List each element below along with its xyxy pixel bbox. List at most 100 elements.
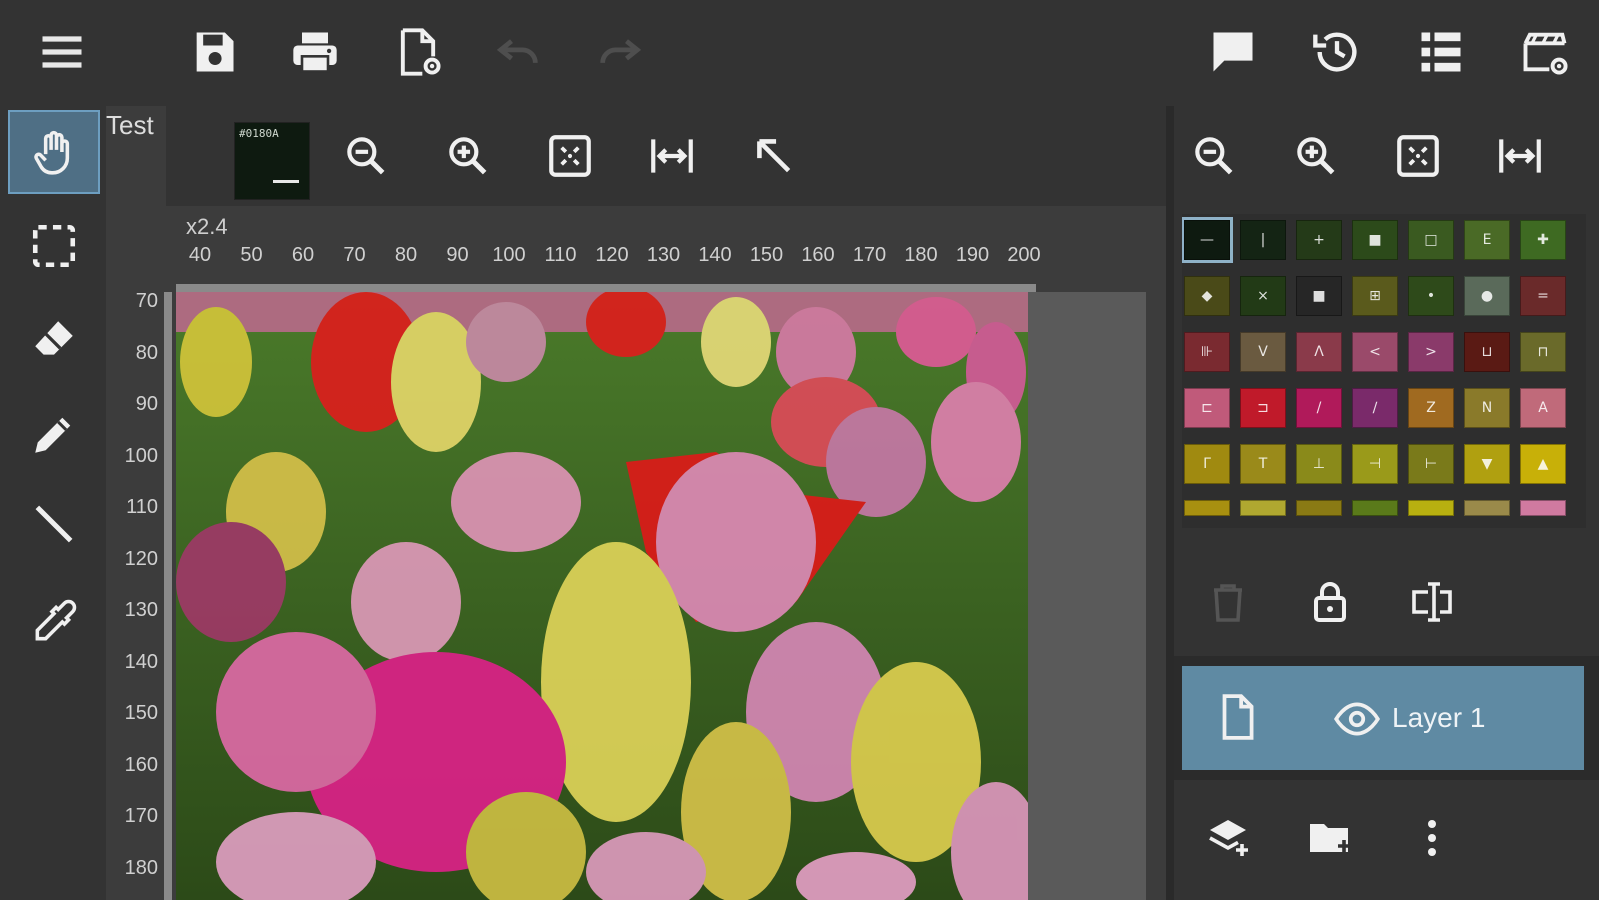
print-icon[interactable] <box>285 22 345 82</box>
h-ruler-tick-label: 90 <box>446 244 469 266</box>
history-icon[interactable] <box>1307 22 1367 82</box>
pencil-icon <box>35 417 71 453</box>
palette-color-swatch[interactable]: ⊓ <box>1520 332 1566 372</box>
palette-color-swatch[interactable]: N <box>1464 388 1510 428</box>
eraser-icon <box>35 321 73 355</box>
document-settings-icon[interactable] <box>388 22 448 82</box>
palette-color-swatch[interactable]: ⊪ <box>1184 332 1230 372</box>
palette-color-swatch[interactable]: < <box>1352 332 1398 372</box>
palette-color-swatch[interactable]: ∕ <box>1352 388 1398 428</box>
palette-color-swatch[interactable]: ⊢ <box>1408 444 1454 484</box>
palette-color-swatch[interactable] <box>1464 500 1510 516</box>
h-ruler-tick-label: 170 <box>852 244 887 266</box>
palette-color-swatch[interactable]: > <box>1408 332 1454 372</box>
palette-color-swatch[interactable]: □ <box>1408 220 1454 260</box>
palette-color-swatch[interactable] <box>1296 500 1342 516</box>
eye-icon[interactable] <box>1332 694 1382 744</box>
layer-bottom-actions <box>1174 780 1599 900</box>
current-color-swatch[interactable]: #0180A <box>234 122 310 200</box>
palette-color-swatch[interactable] <box>1520 500 1566 516</box>
zoom-in-icon[interactable] <box>1286 126 1346 186</box>
horizontal-ruler-bar <box>176 284 1036 292</box>
palette-color-swatch[interactable] <box>1352 500 1398 516</box>
palette-color-swatch[interactable]: ⊔ <box>1464 332 1510 372</box>
add-layer-icon[interactable] <box>1198 808 1258 868</box>
layer-name: Layer 1 <box>1392 702 1486 733</box>
palette-color-swatch[interactable]: V <box>1240 332 1286 372</box>
trash-icon[interactable] <box>1198 572 1258 632</box>
h-ruler-tick-label: 200 <box>1007 244 1041 266</box>
palette-color-swatch[interactable]: Γ <box>1184 444 1230 484</box>
color-palette: — | + ■ □ E ✚ ◆ × ■ ⊞ • ● = ⊪ V Λ < > ⊔ ⊓ ⊏ ⊐ / ∕ Z N A Γ T ⊥ ⊣ ⊢ ▼ ▲ <box>1182 214 1586 528</box>
clapperboard-settings-icon[interactable] <box>1515 22 1575 82</box>
line-tool-button[interactable] <box>8 482 100 566</box>
h-ruler-tick-label: 190 <box>955 244 990 266</box>
palette-color-swatch[interactable]: ⊏ <box>1184 388 1230 428</box>
fit-screen-icon[interactable] <box>540 126 600 186</box>
menu-icon[interactable] <box>32 22 92 82</box>
canvas-toolbar: #0180A <box>166 106 1166 206</box>
palette-color-swatch[interactable]: E <box>1464 220 1510 260</box>
zoom-out-icon[interactable] <box>1184 126 1244 186</box>
hand-icon <box>34 130 70 175</box>
palette-color-swatch[interactable]: ▲ <box>1520 444 1566 484</box>
canvas-image[interactable] <box>176 292 1028 900</box>
palette-color-swatch[interactable]: ✚ <box>1520 220 1566 260</box>
lock-icon[interactable] <box>1300 572 1360 632</box>
selection-marquee-icon <box>32 224 76 268</box>
comment-icon[interactable] <box>1203 22 1263 82</box>
palette-color-swatch[interactable]: ⊣ <box>1352 444 1398 484</box>
save-icon[interactable] <box>184 22 244 82</box>
zoom-in-icon[interactable] <box>438 126 498 186</box>
palette-color-swatch[interactable]: Z <box>1408 388 1454 428</box>
current-color-glyph <box>273 180 299 183</box>
vertical-ruler[interactable]: 70 80 90 100 110 120 130 140 150 160 170 180 <box>106 290 172 900</box>
palette-color-swatch[interactable]: = <box>1520 276 1566 316</box>
more-vertical-icon[interactable] <box>1402 808 1462 868</box>
h-ruler-tick-label: 60 <box>291 244 315 266</box>
palette-color-swatch[interactable] <box>1240 500 1286 516</box>
fit-width-icon[interactable] <box>1490 126 1550 186</box>
rename-icon[interactable] <box>1402 572 1462 632</box>
palette-color-swatch[interactable]: • <box>1408 276 1454 316</box>
fit-width-icon[interactable] <box>642 126 702 186</box>
undo-icon[interactable] <box>488 22 548 82</box>
palette-color-swatch[interactable] <box>1184 500 1230 516</box>
pencil-tool-button[interactable] <box>8 392 100 476</box>
h-ruler-tick-label: 80 <box>394 244 418 266</box>
palette-color-swatch[interactable]: ■ <box>1296 276 1342 316</box>
layer-item[interactable]: Layer 1 <box>1182 666 1584 770</box>
palette-color-swatch[interactable]: ⊞ <box>1352 276 1398 316</box>
eraser-tool-button[interactable] <box>8 298 100 382</box>
palette-color-swatch[interactable]: / <box>1296 388 1342 428</box>
panel-divider[interactable] <box>1166 106 1174 900</box>
eyedropper-tool-button[interactable] <box>8 580 100 664</box>
palette-color-swatch[interactable]: — <box>1182 217 1233 263</box>
palette-color-swatch[interactable]: ⊐ <box>1240 388 1286 428</box>
h-ruler-tick-label: 180 <box>904 244 938 266</box>
palette-color-swatch[interactable]: A <box>1520 388 1566 428</box>
add-folder-icon[interactable] <box>1300 808 1360 868</box>
palette-toolbar <box>1174 106 1599 206</box>
cursor-arrow-icon[interactable] <box>744 126 804 186</box>
palette-color-swatch[interactable]: ▼ <box>1464 444 1510 484</box>
list-view-icon[interactable] <box>1411 22 1471 82</box>
palette-color-swatch[interactable]: ■ <box>1352 220 1398 260</box>
hand-tool-button[interactable] <box>8 110 100 194</box>
palette-color-swatch[interactable]: + <box>1296 220 1342 260</box>
horizontal-ruler[interactable]: 40 50 60 70 80 90 100 110 120 130 140 150 160 170 180 1… <box>176 236 1046 292</box>
fit-screen-icon[interactable] <box>1388 126 1448 186</box>
right-panel: — | + ■ □ E ✚ ◆ × ■ ⊞ • ● = ⊪ V Λ < > ⊔ ⊓ ⊏ ⊐ / ∕ Z N A Γ T ⊥ ⊣ ⊢ ▼ ▲ Laye… <box>1174 106 1599 900</box>
palette-color-swatch[interactable] <box>1408 500 1454 516</box>
palette-color-swatch[interactable]: | <box>1240 220 1286 260</box>
zoom-out-icon[interactable] <box>336 126 396 186</box>
select-tool-button[interactable] <box>8 204 100 288</box>
palette-color-swatch[interactable]: Λ <box>1296 332 1342 372</box>
v-ruler-tick-label: 130 <box>124 599 158 621</box>
palette-color-swatch[interactable]: T <box>1240 444 1286 484</box>
palette-color-swatch[interactable]: × <box>1240 276 1286 316</box>
palette-color-swatch[interactable]: ◆ <box>1184 276 1230 316</box>
redo-icon[interactable] <box>590 22 650 82</box>
palette-color-swatch[interactable]: ⊥ <box>1296 444 1342 484</box>
palette-color-swatch[interactable]: ● <box>1464 276 1510 316</box>
